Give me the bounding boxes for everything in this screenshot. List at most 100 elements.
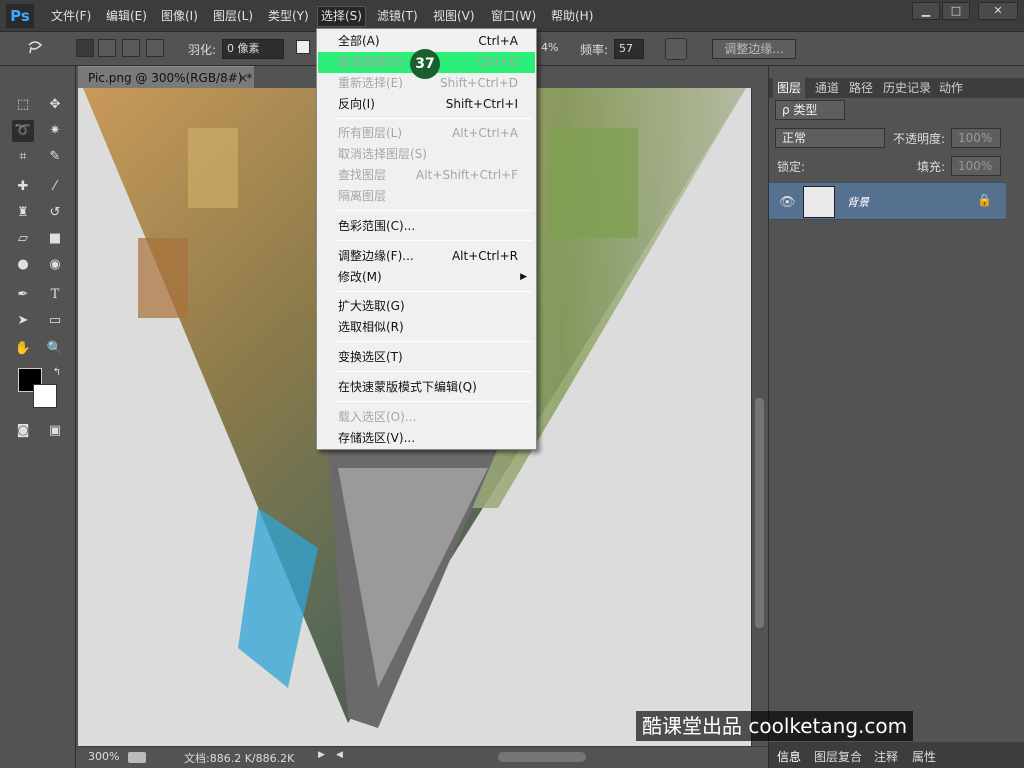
layer-name[interactable]: 背景 bbox=[847, 194, 869, 210]
menu-item-isolate-layers[interactable]: 隔离图层 bbox=[318, 186, 535, 207]
antialias-checkbox[interactable] bbox=[296, 40, 310, 54]
menu-item-shortcut: Shift+Ctrl+D bbox=[440, 76, 518, 90]
vertical-scroll-thumb[interactable] bbox=[755, 398, 764, 628]
menu-item-all-layers[interactable]: 所有图层(L) Alt+Ctrl+A bbox=[318, 123, 535, 144]
tab-notes[interactable]: 注释 bbox=[874, 748, 898, 765]
screen-mode-icon[interactable]: ▣ bbox=[44, 420, 66, 442]
frequency-label: 频率: bbox=[580, 43, 609, 57]
path-selection-icon[interactable]: ➤ bbox=[12, 310, 34, 332]
tab-info[interactable]: 信息 bbox=[777, 748, 801, 765]
menu-item-save-selection[interactable]: 存储选区(V)... bbox=[318, 428, 535, 449]
visibility-eye-icon[interactable]: 👁 bbox=[779, 195, 796, 210]
tab-channels[interactable]: 通道 bbox=[811, 78, 843, 98]
pen-pressure-icon[interactable] bbox=[665, 38, 687, 60]
quick-mask-icon[interactable]: ◙ bbox=[12, 420, 34, 442]
tab-history[interactable]: 历史记录 bbox=[879, 78, 935, 98]
lasso-tool-preset-icon[interactable] bbox=[24, 37, 46, 59]
add-selection-icon[interactable] bbox=[98, 39, 116, 57]
brush-tool-icon[interactable]: ⁄ bbox=[44, 176, 66, 198]
magic-wand-icon[interactable]: ✷ bbox=[44, 120, 66, 142]
maximize-button[interactable]: □ bbox=[942, 2, 970, 20]
layer-kind-filter[interactable]: ρ 类型 bbox=[775, 100, 845, 120]
rectangle-tool-icon[interactable]: ▭ bbox=[44, 310, 66, 332]
menu-item-label: 调整边缘(F)... bbox=[338, 249, 414, 263]
menu-item-color-range[interactable]: 色彩范围(C)... bbox=[318, 216, 535, 237]
menu-type[interactable]: 类型(Y) bbox=[265, 7, 312, 26]
menu-filter[interactable]: 滤镜(T) bbox=[374, 7, 421, 26]
menu-view[interactable]: 视图(V) bbox=[430, 7, 478, 26]
gradient-tool-icon[interactable]: ■ bbox=[44, 228, 66, 250]
menu-separator bbox=[335, 371, 533, 372]
menu-item-similar[interactable]: 选取相似(R) bbox=[318, 317, 535, 338]
layer-row-background[interactable]: 👁 背景 🔒 bbox=[769, 182, 1006, 220]
lasso-tool-icon[interactable]: ➰ bbox=[12, 120, 34, 142]
tab-layers[interactable]: 图层 bbox=[773, 78, 806, 98]
menu-item-label: 全部(A) bbox=[338, 34, 380, 48]
blend-mode-select[interactable]: 正常 bbox=[775, 128, 885, 148]
menu-item-shortcut: Ctrl+D bbox=[477, 55, 518, 69]
document-tab[interactable]: Pic.png @ 300%(RGB/8#) * × bbox=[78, 66, 254, 88]
move-tool-icon[interactable]: ✥ bbox=[44, 94, 66, 116]
vertical-scrollbar[interactable] bbox=[751, 88, 767, 746]
crop-tool-icon[interactable]: ⌗ bbox=[12, 146, 34, 168]
menu-window[interactable]: 窗口(W) bbox=[488, 7, 539, 26]
history-brush-icon[interactable]: ↺ bbox=[44, 202, 66, 224]
menu-item-refine-edge[interactable]: 调整边缘(F)... Alt+Ctrl+R bbox=[318, 246, 535, 267]
menu-item-find-layers[interactable]: 查找图层 Alt+Shift+Ctrl+F bbox=[318, 165, 535, 186]
tab-properties[interactable]: 属性 bbox=[912, 748, 936, 765]
swap-colors-icon[interactable]: ↰ bbox=[46, 362, 68, 384]
fill-input[interactable]: 100% bbox=[951, 156, 1001, 176]
opacity-input[interactable]: 100% bbox=[951, 128, 1001, 148]
frequency-input[interactable]: 57 bbox=[614, 39, 644, 59]
width-input[interactable]: 4% bbox=[537, 39, 569, 59]
refine-edge-button[interactable]: 调整边缘... bbox=[712, 39, 796, 59]
close-tab-icon[interactable]: × bbox=[238, 67, 248, 89]
menu-item-label: 重新选择(E) bbox=[338, 76, 403, 90]
new-selection-icon[interactable] bbox=[76, 39, 94, 57]
status-info-icon[interactable] bbox=[128, 752, 146, 763]
eraser-icon[interactable]: ▱ bbox=[12, 228, 34, 250]
hand-tool-icon[interactable]: ✋ bbox=[12, 338, 34, 360]
menu-select[interactable]: 选择(S) bbox=[317, 6, 366, 27]
menu-item-load-selection[interactable]: 载入选区(O)... bbox=[318, 407, 535, 428]
menu-help[interactable]: 帮助(H) bbox=[548, 7, 596, 26]
clone-stamp-icon[interactable]: ♜ bbox=[12, 202, 34, 224]
blur-tool-icon[interactable]: ● bbox=[12, 254, 34, 276]
eyedropper-icon[interactable]: ✎ bbox=[44, 146, 66, 168]
menu-item-inverse[interactable]: 反向(I) Shift+Ctrl+I bbox=[318, 94, 535, 115]
menu-item-deselect-layers[interactable]: 取消选择图层(S) bbox=[318, 144, 535, 165]
healing-brush-icon[interactable]: ✚ bbox=[12, 176, 34, 198]
background-color-swatch[interactable] bbox=[33, 384, 57, 408]
type-tool-icon[interactable]: T bbox=[44, 284, 66, 306]
feather-input[interactable]: 0 像素 bbox=[222, 39, 284, 59]
zoom-level[interactable]: 300% bbox=[88, 750, 119, 763]
menu-file[interactable]: 文件(F) bbox=[48, 7, 94, 26]
menu-layer[interactable]: 图层(L) bbox=[210, 7, 256, 26]
status-menu-arrow-icon[interactable]: ▶ bbox=[318, 750, 325, 760]
layer-thumbnail bbox=[803, 186, 835, 218]
tab-paths[interactable]: 路径 bbox=[845, 78, 877, 98]
tab-layer-comps[interactable]: 图层复合 bbox=[814, 748, 862, 765]
menu-image[interactable]: 图像(I) bbox=[158, 7, 201, 26]
menu-item-quick-mask[interactable]: 在快速蒙版模式下编辑(Q) bbox=[318, 377, 535, 398]
intersect-selection-icon[interactable] bbox=[146, 39, 164, 57]
menu-item-modify[interactable]: 修改(M) ▶ bbox=[318, 267, 535, 288]
marquee-tool-icon[interactable]: ⬚ bbox=[12, 94, 34, 116]
minimize-button[interactable]: ▁ bbox=[912, 2, 940, 20]
menu-item-grow[interactable]: 扩大选取(G) bbox=[318, 296, 535, 317]
menu-item-transform-selection[interactable]: 变换选区(T) bbox=[318, 347, 535, 368]
menu-separator bbox=[335, 118, 533, 119]
subtract-selection-icon[interactable] bbox=[122, 39, 140, 57]
scroll-left-icon[interactable]: ◀ bbox=[336, 750, 343, 760]
photoshop-logo: Ps bbox=[6, 4, 34, 28]
menu-edit[interactable]: 编辑(E) bbox=[103, 7, 150, 26]
status-bar: 300% 文档:886.2 K/886.2K ▶ ◀ bbox=[78, 746, 767, 768]
pen-tool-icon[interactable]: ✒ bbox=[12, 284, 34, 306]
close-button[interactable]: ✕ bbox=[978, 2, 1018, 20]
horizontal-scroll-thumb[interactable] bbox=[498, 752, 586, 762]
tab-actions[interactable]: 动作 bbox=[935, 78, 967, 98]
zoom-tool-icon[interactable]: 🔍 bbox=[44, 338, 66, 360]
lock-label: 锁定: bbox=[777, 160, 806, 174]
menu-item-label: 在快速蒙版模式下编辑(Q) bbox=[338, 380, 477, 394]
dodge-tool-icon[interactable]: ◉ bbox=[44, 254, 66, 276]
